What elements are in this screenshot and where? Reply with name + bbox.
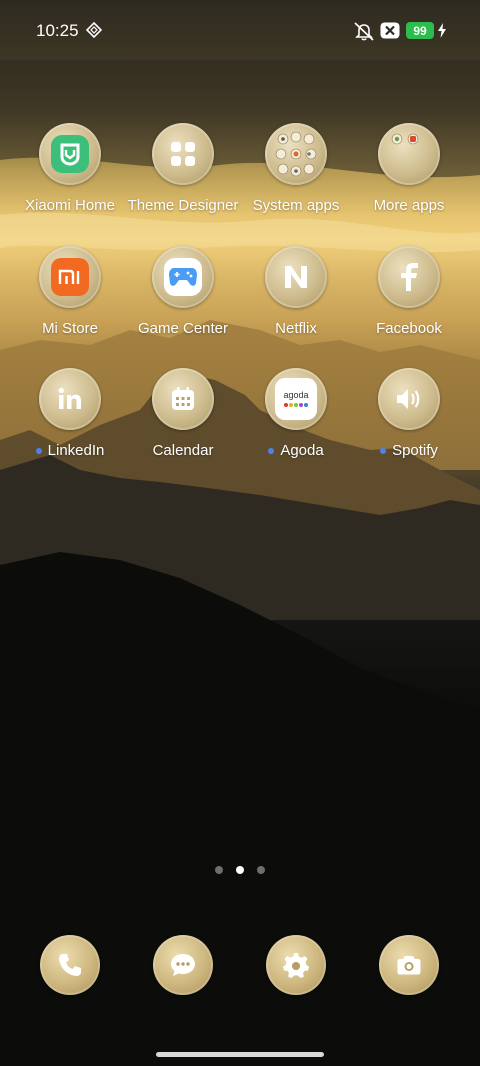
page-dot-2-active[interactable] — [236, 866, 244, 874]
linkedin-icon — [39, 368, 101, 430]
agoda-logo-text: agoda — [283, 390, 309, 400]
agoda-icon: agoda — [265, 368, 327, 430]
app-spotify[interactable]: Spotify — [349, 368, 469, 478]
dock-camera-button[interactable] — [379, 935, 439, 995]
camera-icon — [397, 956, 421, 975]
dock-settings-button[interactable] — [266, 935, 326, 995]
spotify-icon — [378, 368, 440, 430]
app-label: Facebook — [376, 320, 442, 337]
vpn-diamond-icon — [85, 21, 103, 43]
netflix-icon — [265, 246, 327, 308]
app-label: Mi Store — [42, 320, 98, 337]
app-calendar[interactable]: Calendar — [123, 368, 243, 478]
app-label: Spotify — [380, 442, 438, 459]
new-install-dot — [380, 447, 387, 454]
app-mi-store[interactable]: Mi Store — [10, 246, 130, 356]
battery-icon: 99 — [406, 22, 434, 39]
app-more-apps-folder[interactable]: More apps — [349, 123, 469, 233]
page-dot-1[interactable] — [215, 866, 223, 874]
app-label: Xiaomi Home — [24, 197, 116, 214]
app-label: More apps — [373, 197, 445, 214]
app-facebook[interactable]: Facebook — [349, 246, 469, 356]
app-label: Theme Designer — [127, 197, 239, 214]
app-label: Netflix — [275, 320, 317, 337]
app-label: Calendar — [152, 442, 214, 459]
app-linkedin[interactable]: LinkedIn — [10, 368, 130, 478]
status-bar: 10:25 99 — [0, 0, 480, 62]
page-dot-3[interactable] — [257, 866, 265, 874]
facebook-icon — [378, 246, 440, 308]
calendar-icon — [152, 368, 214, 430]
more-apps-folder-icon — [378, 123, 440, 185]
xiaomi-home-icon — [39, 123, 101, 185]
system-apps-folder-icon — [265, 123, 327, 185]
app-label: Game Center — [137, 320, 229, 337]
battery-level: 99 — [413, 23, 427, 38]
app-system-apps-folder[interactable]: System apps — [236, 123, 356, 233]
app-xiaomi-home[interactable]: Xiaomi Home — [10, 123, 130, 233]
app-label: LinkedIn — [35, 442, 104, 459]
app-game-center[interactable]: Game Center — [123, 246, 243, 356]
home-gesture-bar[interactable] — [156, 1052, 324, 1057]
game-center-icon — [152, 246, 214, 308]
mi-store-icon — [39, 246, 101, 308]
page-indicator — [0, 866, 480, 874]
charging-bolt-icon — [437, 23, 447, 43]
app-label: System apps — [252, 197, 340, 214]
dock-phone-button[interactable] — [40, 935, 100, 995]
close-box-icon — [380, 22, 400, 44]
new-install-dot — [35, 447, 42, 454]
new-install-dot — [268, 447, 275, 454]
messages-icon — [171, 954, 195, 976]
mute-notifications-icon — [353, 21, 375, 46]
dock-messages-button[interactable] — [153, 935, 213, 995]
theme-designer-icon — [152, 123, 214, 185]
app-netflix[interactable]: Netflix — [236, 246, 356, 356]
phone-icon — [59, 954, 81, 976]
app-label: Agoda — [268, 442, 324, 459]
app-theme-designer[interactable]: Theme Designer — [123, 123, 243, 233]
status-time: 10:25 — [36, 21, 79, 40]
settings-icon — [283, 953, 309, 978]
app-agoda[interactable]: agoda Agoda — [236, 368, 356, 478]
